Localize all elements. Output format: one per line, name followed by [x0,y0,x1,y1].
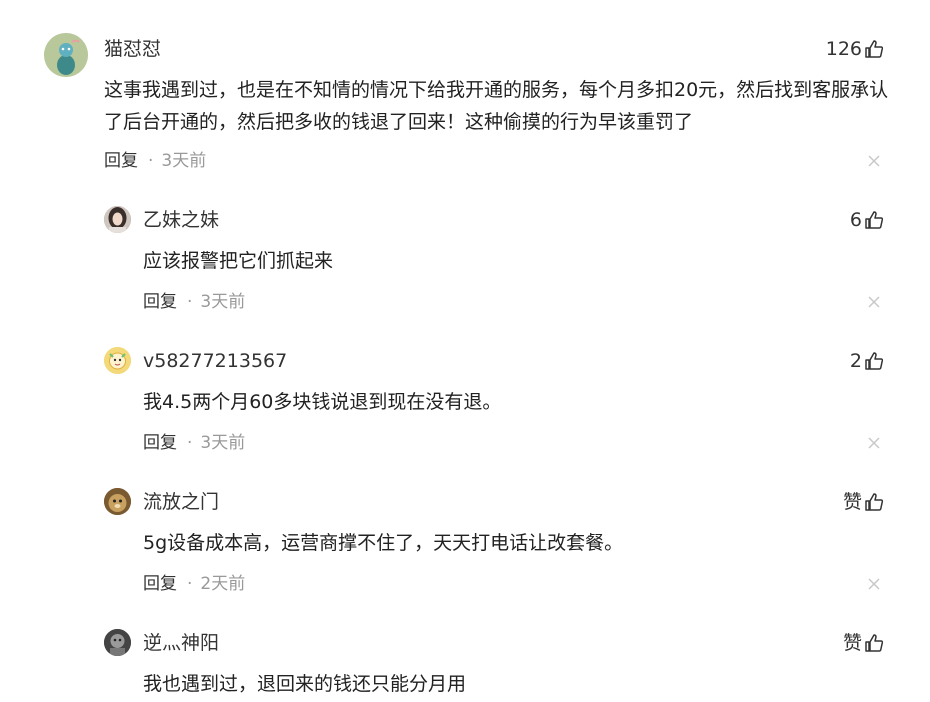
thumbs-up-icon [864,492,884,512]
user-avatar[interactable] [104,629,131,656]
like-count: 6 [849,209,862,231]
timestamp: 3天前 [161,151,207,171]
reply-button[interactable]: 回复 [104,150,138,172]
user-avatar[interactable] [104,206,131,233]
like-button[interactable]: 赞 [843,631,884,655]
comment-text: 这事我遇到过，也是在不知情的情况下给我开通的服务，每个月多扣20元，然后找到客服… [104,79,889,133]
like-label: 赞 [842,491,862,513]
like-count: 2 [849,350,862,372]
username[interactable]: v58277213567 [143,349,287,373]
user-avatar[interactable] [44,33,88,77]
like-count: 126 [825,38,862,60]
username[interactable]: 猫怼怼 [104,37,161,61]
comment-text: 应该报警把它们抓起来 [143,250,334,272]
close-icon[interactable] [868,578,880,590]
close-icon[interactable] [868,155,880,167]
user-avatar[interactable] [104,347,131,374]
comment-meta: 回复 · 3天前 [143,291,245,313]
reply-button[interactable]: 回复 [143,573,177,595]
timestamp: 2天前 [200,574,246,594]
thumbs-up-icon [864,633,884,653]
comment-text: 我也遇到过，退回来的钱还只能分月用 [143,673,467,695]
timestamp: 3天前 [200,433,246,453]
separator-dot: · [148,151,154,171]
like-button[interactable]: 126 [826,37,884,61]
like-label: 赞 [842,632,862,654]
like-button[interactable]: 2 [850,349,884,373]
user-avatar[interactable] [104,488,131,515]
comment-text: 我4.5两个月60多块钱说退到现在没有退。 [143,391,502,413]
username[interactable]: 乙妹之妹 [143,208,219,232]
like-button[interactable]: 6 [850,208,884,232]
thumbs-up-icon [864,351,884,371]
separator-dot: · [187,574,193,594]
username[interactable]: 流放之门 [143,490,219,514]
reply-button[interactable]: 回复 [143,432,177,454]
comment-meta: 回复 · 2天前 [143,573,245,595]
reply-button[interactable]: 回复 [143,291,177,313]
comment-meta: 回复 · 3天前 [104,150,206,172]
thumbs-up-icon [864,39,884,59]
close-icon[interactable] [868,437,880,449]
comment-text: 5g设备成本高，运营商撑不住了，天天打电话让改套餐。 [143,532,624,554]
timestamp: 3天前 [200,292,246,312]
separator-dot: · [187,433,193,453]
comment-meta: 回复 · 3天前 [143,432,245,454]
like-button[interactable]: 赞 [843,490,884,514]
close-icon[interactable] [868,296,880,308]
separator-dot: · [187,292,193,312]
thumbs-up-icon [864,210,884,230]
username[interactable]: 逆灬神阳 [143,631,219,655]
comment-list: 猫怼怼 126 这事我遇到过，也是在不知情的情况下给我开通的服务，每个月多扣20… [0,0,930,702]
